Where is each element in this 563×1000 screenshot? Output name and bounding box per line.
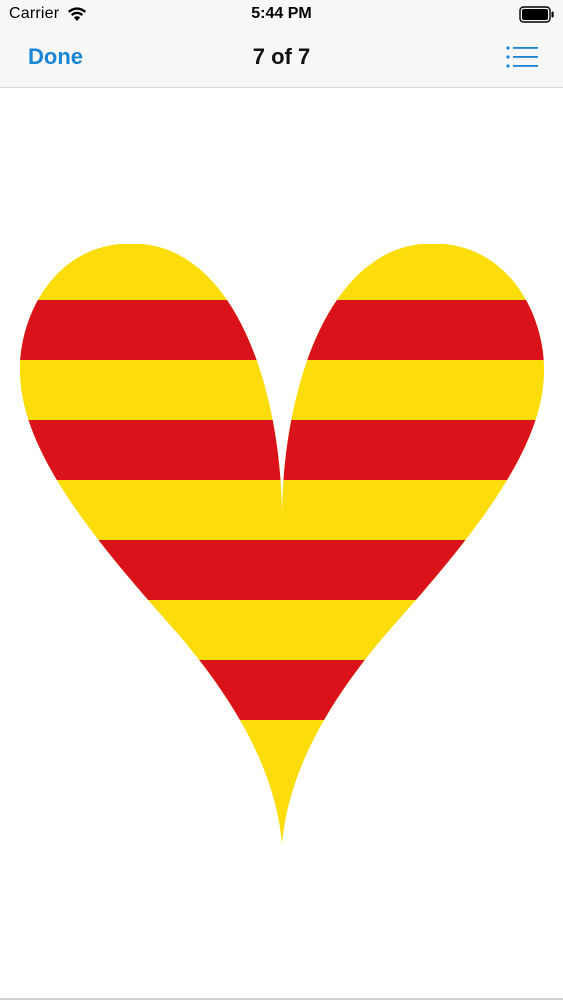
heart-icon[interactable]: [18, 244, 546, 844]
list-view-button[interactable]: [505, 45, 539, 69]
status-time: 5:44 PM: [251, 5, 312, 22]
navigation-bar: Done 7 of 7: [0, 30, 563, 88]
page-counter-title: 7 of 7: [252, 44, 311, 69]
list-icon: [506, 46, 538, 68]
image-viewer: [0, 88, 563, 998]
status-bar: Carrier 5:44 PM: [0, 0, 563, 30]
app-screen: Carrier 5:44 PM Done 7 of 7: [0, 0, 563, 1000]
battery-full-icon: [519, 6, 554, 23]
